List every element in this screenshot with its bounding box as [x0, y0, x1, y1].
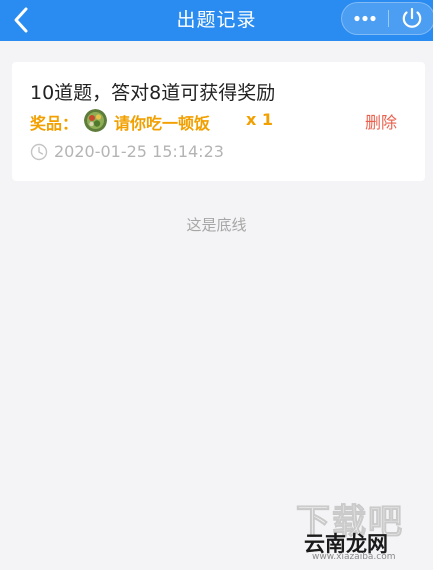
more-dots-icon [354, 15, 376, 22]
watermark-url: www.xiazaiba.com [312, 552, 396, 562]
record-title: 10道题，答对8道可获得奖励 [30, 82, 276, 104]
more-button[interactable] [342, 3, 388, 34]
power-icon [402, 7, 422, 28]
watermark-name: 云南龙网 [304, 532, 388, 556]
close-mini-program-button[interactable] [390, 3, 433, 34]
prize-thumbnail [84, 109, 107, 132]
delete-button[interactable]: 删除 [365, 109, 397, 133]
end-of-list-text: 这是底线 [186, 216, 247, 234]
prize-label: 奖品： [30, 114, 79, 133]
record-timestamp: 2020-01-25 15:14:23 [54, 142, 224, 161]
watermark-big-text: 下载吧 [296, 502, 404, 543]
mini-program-capsule [341, 2, 433, 35]
back-chevron-icon [14, 7, 28, 33]
prize-name: 请你吃一顿饭 [114, 114, 211, 133]
back-button[interactable] [8, 4, 36, 36]
clock-icon [30, 143, 48, 161]
navigation-bar: 出题记录 [0, 0, 433, 41]
capsule-divider [388, 10, 389, 27]
prize-quantity: x 1 [246, 110, 274, 129]
watermark: 下载吧 云南龙网 www.xiazaiba.com [290, 494, 430, 566]
record-card: 10道题，答对8道可获得奖励 奖品： 请你吃一顿饭 x 1 删除 2020-01… [12, 62, 425, 181]
